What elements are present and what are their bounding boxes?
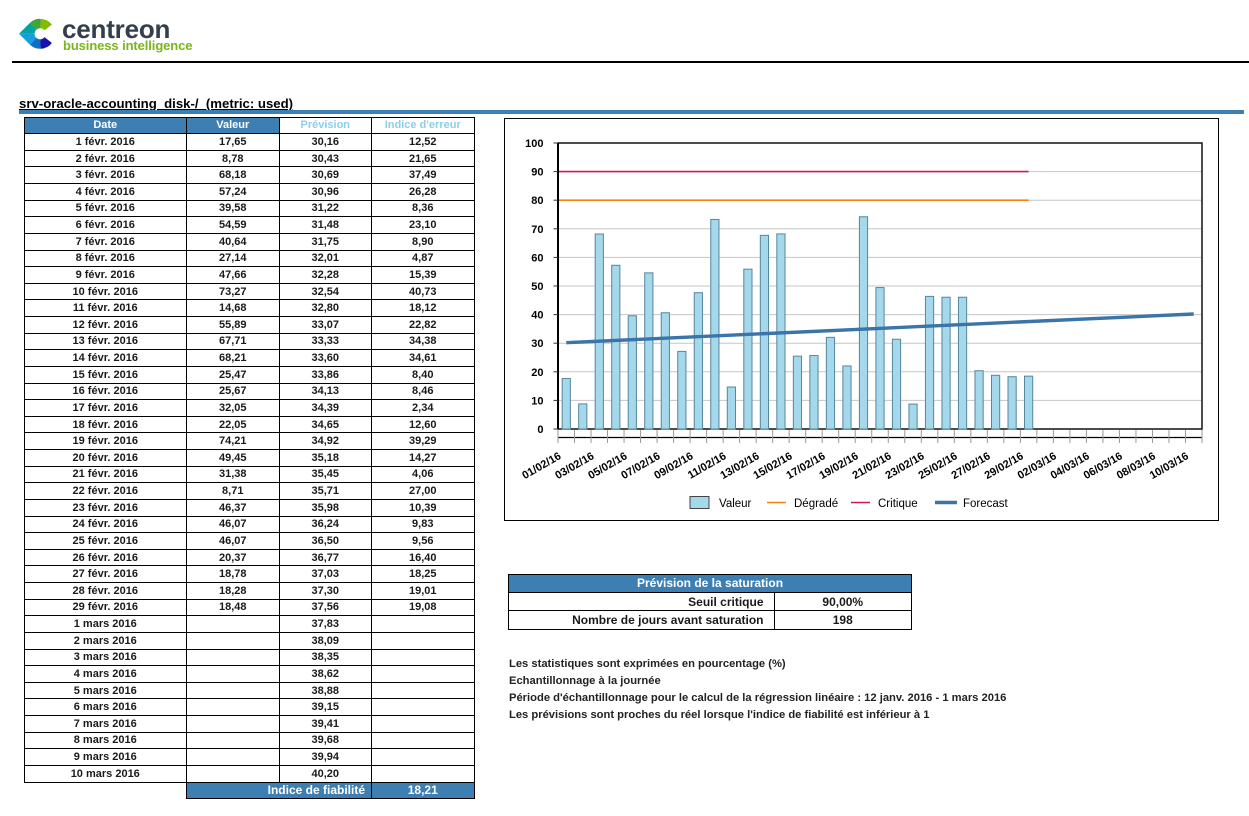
svg-text:40: 40 — [531, 309, 543, 321]
svg-text:70: 70 — [531, 223, 543, 235]
svg-text:Forecast: Forecast — [963, 498, 1009, 510]
svg-text:Dégradé: Dégradé — [794, 498, 838, 510]
svg-text:10: 10 — [531, 395, 543, 407]
svg-text:20: 20 — [531, 366, 543, 378]
svg-text:60: 60 — [531, 252, 543, 264]
svg-text:30: 30 — [531, 338, 543, 350]
svg-text:0: 0 — [537, 424, 543, 436]
svg-text:Valeur: Valeur — [719, 498, 752, 510]
svg-text:50: 50 — [531, 281, 543, 293]
svg-text:Critique: Critique — [878, 498, 918, 510]
svg-text:90: 90 — [531, 166, 543, 178]
svg-text:80: 80 — [531, 195, 543, 207]
svg-text:100: 100 — [525, 138, 543, 150]
